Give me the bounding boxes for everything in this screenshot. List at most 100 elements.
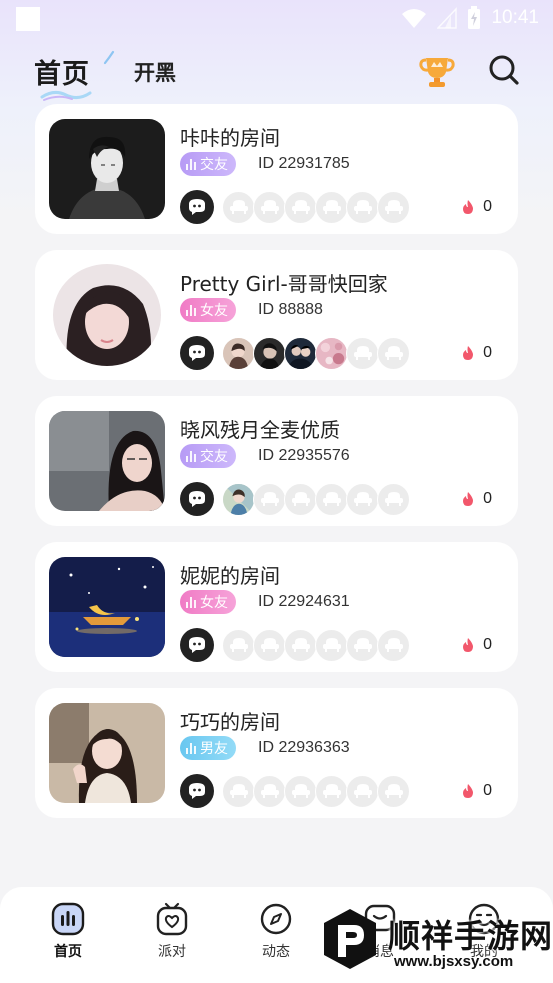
wifi-icon — [401, 7, 427, 29]
seat-user-avatar[interactable] — [253, 336, 286, 370]
signal-icon — [437, 7, 458, 29]
empty-seat-icon[interactable] — [346, 628, 379, 662]
seat-user-avatar[interactable] — [222, 482, 255, 516]
room-tag: 男友 — [180, 736, 236, 760]
empty-seat-icon[interactable] — [222, 774, 255, 808]
room-heat-value: 0 — [483, 344, 492, 361]
room-tag-label: 女友 — [200, 303, 228, 319]
audio-bars-icon — [186, 158, 196, 170]
seat-row — [180, 628, 410, 662]
empty-seat-icon[interactable] — [253, 628, 286, 662]
empty-seat-icon[interactable] — [253, 190, 286, 224]
seat-row — [180, 774, 410, 808]
empty-seat-icon[interactable] — [377, 482, 410, 516]
empty-seat-icon[interactable] — [253, 482, 286, 516]
host-mic-icon — [180, 482, 214, 516]
room-tag-label: 男友 — [200, 741, 228, 757]
room-card[interactable]: 咔咔的房间 交友 ID 22931785 0 — [35, 104, 518, 234]
room-name: Pretty Girl-哥哥快回家 — [180, 272, 388, 296]
trophy-icon[interactable] — [417, 50, 457, 94]
seat-user-avatar[interactable] — [315, 336, 348, 370]
room-id: ID 22935576 — [258, 447, 350, 464]
room-heat: 0 — [461, 344, 492, 362]
room-heat: 0 — [461, 782, 492, 800]
room-id: ID 22936363 — [258, 739, 350, 756]
room-cover-image — [49, 703, 165, 803]
seat-row — [180, 482, 410, 516]
empty-seat-icon[interactable] — [315, 482, 348, 516]
empty-seat-icon[interactable] — [315, 190, 348, 224]
host-mic-icon — [180, 190, 214, 224]
tab-active-indicator — [40, 90, 92, 101]
status-notification-icon — [16, 7, 40, 31]
nav-moments[interactable]: 动态 — [241, 901, 311, 961]
empty-seat-icon[interactable] — [377, 190, 410, 224]
fire-icon — [463, 346, 474, 360]
empty-seat-icon[interactable] — [284, 774, 317, 808]
tab-home[interactable]: 首页 — [34, 52, 90, 91]
search-icon[interactable] — [488, 54, 520, 90]
status-bar: 10:41 — [0, 0, 553, 38]
compass-icon — [258, 901, 294, 937]
empty-seat-icon[interactable] — [377, 774, 410, 808]
room-card[interactable]: 巧巧的房间 男友 ID 22936363 0 — [35, 688, 518, 818]
seat-user-avatar[interactable] — [284, 336, 317, 370]
seat-row — [180, 190, 410, 224]
watermark-logo-icon — [324, 909, 376, 969]
nav-party[interactable]: 派对 — [137, 901, 207, 961]
empty-seat-icon[interactable] — [346, 336, 379, 370]
host-mic-icon — [180, 774, 214, 808]
room-cover-image — [53, 264, 161, 366]
room-heat: 0 — [461, 636, 492, 654]
room-heat-value: 0 — [483, 782, 492, 799]
empty-seat-icon[interactable] — [346, 190, 379, 224]
fire-icon — [463, 638, 474, 652]
room-id: ID 88888 — [258, 301, 323, 318]
room-tag: 女友 — [180, 298, 236, 322]
empty-seat-icon[interactable] — [284, 628, 317, 662]
battery-icon — [467, 6, 481, 30]
empty-seat-icon[interactable] — [222, 190, 255, 224]
empty-seat-icon[interactable] — [284, 190, 317, 224]
empty-seat-icon[interactable] — [253, 774, 286, 808]
seat-user-avatar[interactable] — [222, 336, 255, 370]
room-heat-value: 0 — [483, 490, 492, 507]
fire-icon — [463, 200, 474, 214]
fire-icon — [463, 784, 474, 798]
room-tag-label: 交友 — [200, 449, 228, 465]
empty-seat-icon[interactable] — [315, 628, 348, 662]
empty-seat-icon[interactable] — [346, 774, 379, 808]
home-icon — [50, 901, 86, 937]
sparkle-icon — [103, 50, 115, 65]
empty-seat-icon[interactable] — [346, 482, 379, 516]
room-name: 咔咔的房间 — [180, 126, 280, 150]
room-cover-image — [49, 119, 165, 219]
nav-home[interactable]: 首页 — [33, 901, 103, 961]
audio-bars-icon — [186, 304, 196, 316]
empty-seat-icon[interactable] — [377, 336, 410, 370]
room-cover-image — [49, 557, 165, 657]
room-card[interactable]: 晓风残月全麦优质 交友 ID 22935576 0 — [35, 396, 518, 526]
empty-seat-icon[interactable] — [377, 628, 410, 662]
room-cover-image — [49, 411, 165, 511]
room-card[interactable]: 妮妮的房间 女友 ID 22924631 0 — [35, 542, 518, 672]
room-heat: 0 — [461, 490, 492, 508]
watermark: 顺祥手游网 www.bjsxsy.com — [316, 905, 552, 977]
seat-row — [180, 336, 410, 370]
empty-seat-icon[interactable] — [315, 774, 348, 808]
room-name: 巧巧的房间 — [180, 710, 280, 734]
room-card[interactable]: Pretty Girl-哥哥快回家 女友 ID 88888 0 — [35, 250, 518, 380]
room-heat: 0 — [461, 198, 492, 216]
tab-play-together[interactable]: 开黑 — [134, 57, 176, 87]
nav-label: 首页 — [54, 944, 82, 960]
fire-icon — [463, 492, 474, 506]
room-tag: 女友 — [180, 590, 236, 614]
host-mic-icon — [180, 336, 214, 370]
room-name: 晓风残月全麦优质 — [180, 418, 340, 442]
room-tag: 交友 — [180, 444, 236, 468]
nav-label: 派对 — [158, 944, 186, 960]
empty-seat-icon[interactable] — [222, 628, 255, 662]
nav-label: 动态 — [262, 944, 290, 960]
room-id: ID 22931785 — [258, 155, 350, 172]
empty-seat-icon[interactable] — [284, 482, 317, 516]
